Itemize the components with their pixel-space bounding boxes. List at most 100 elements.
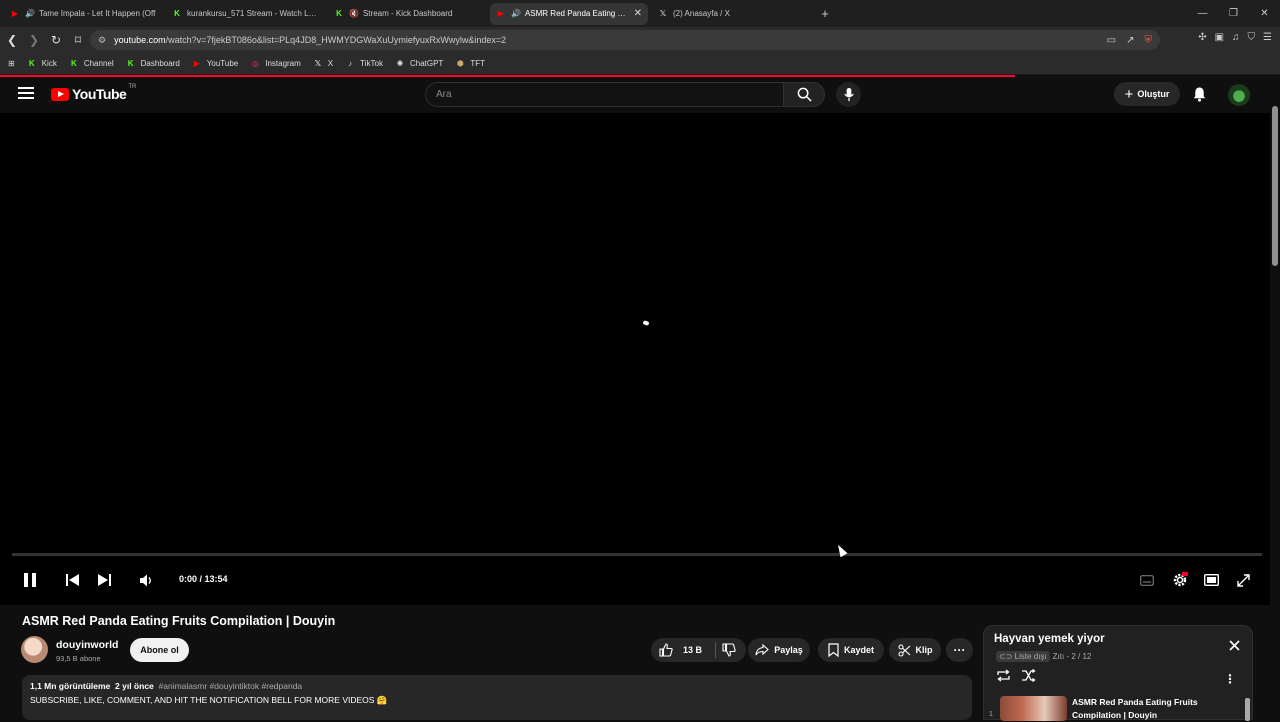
bookmark-dashboard[interactable]: K Dashboard [126, 59, 180, 69]
playlist-item-thumbnail[interactable] [1000, 696, 1067, 721]
create-label: Oluştur [1137, 89, 1170, 99]
channel-avatar[interactable] [21, 636, 48, 663]
time-display: 0:00 / 13:54 [179, 574, 228, 584]
voice-search-button[interactable] [836, 82, 861, 107]
playlist-title[interactable]: Hayvan yemek yiyor [994, 633, 1105, 645]
playlist-scrollbar[interactable] [1245, 698, 1250, 721]
menu-icon[interactable]: ☰ [1263, 32, 1272, 43]
channel-name[interactable]: douyinworld [56, 639, 118, 651]
like-dislike-group: 13 B [651, 638, 746, 662]
miniplayer-button[interactable] [1202, 568, 1220, 592]
youtube-icon: ▶ [11, 9, 19, 18]
search-button[interactable] [783, 82, 825, 107]
youtube-header: YouTube TR Ara + Oluştur [0, 77, 1280, 113]
notifications-button[interactable] [1192, 86, 1207, 107]
divider [715, 642, 716, 658]
clip-button[interactable]: Klip [889, 638, 941, 662]
close-window-icon[interactable]: ✕ [1249, 8, 1280, 19]
search-placeholder: Ara [436, 89, 452, 100]
speaker-icon[interactable]: 🔊 [25, 9, 35, 18]
bookmark-instagram[interactable]: ◎ Instagram [250, 59, 301, 69]
save-button[interactable]: Kaydet [818, 638, 884, 662]
region-code: TR [128, 84, 137, 90]
address-field[interactable]: ⚙ youtube.com /watch?v=7fjekBT086o&list=… [90, 30, 1160, 50]
like-button[interactable]: 13 B [659, 643, 715, 657]
page-scrollbar[interactable] [1270, 96, 1280, 720]
playlist-item-title[interactable]: ASMR Red Panda Eating Fruits Compilation… [1072, 696, 1232, 722]
video-player[interactable]: 0:00 / 13:54 [0, 113, 1270, 605]
subtitles-button[interactable] [1138, 568, 1156, 592]
next-button[interactable] [95, 568, 113, 592]
fullscreen-button[interactable] [1234, 568, 1252, 592]
account-avatar[interactable] [1228, 84, 1250, 106]
tab-title: (2) Anasayfa / X [673, 9, 730, 18]
new-tab-button[interactable]: + [816, 5, 834, 23]
share-button[interactable]: Paylaş [748, 638, 810, 662]
forward-icon[interactable]: ❯ [24, 33, 44, 47]
tiktok-icon: ♪ [348, 59, 353, 68]
player-controls: 0:00 / 13:54 [0, 568, 1270, 592]
bell-icon [1193, 87, 1206, 102]
sidebar-icon[interactable]: ▣ [1215, 32, 1224, 43]
volume-button[interactable] [137, 568, 155, 592]
shuffle-button[interactable] [1021, 668, 1036, 687]
bookmark-kick[interactable]: K Kick [27, 59, 57, 69]
playlist-owner[interactable]: Zıtı [1053, 652, 1065, 661]
maximize-icon[interactable]: ❐ [1218, 8, 1249, 19]
apps-icon[interactable]: ⊞ [8, 59, 15, 68]
hashtags[interactable]: #animalasmr #douyintiktok #redpanda [159, 681, 303, 691]
description-box[interactable]: 1,1 Mn görüntüleme 2 yıl önce #animalasm… [22, 675, 972, 720]
playlist-more-button[interactable]: ⋮ [1224, 670, 1236, 688]
bookmark-chatgpt[interactable]: ✺ ChatGPT [395, 59, 444, 69]
browser-tab[interactable]: K kurankursu_571 Stream - Watch Live [166, 3, 324, 25]
fullscreen-icon [1236, 573, 1250, 587]
like-count: 13 B [683, 645, 703, 655]
share-icon[interactable]: ↗ [1126, 35, 1134, 46]
create-button[interactable]: + Oluştur [1114, 82, 1180, 106]
browser-tab[interactable]: ▶ 🔊 Tame Impala - Let It Happen (Off [4, 3, 162, 25]
bookmark-label: TFT [470, 59, 485, 68]
speaker-muted-icon[interactable]: 🔇 [349, 9, 359, 18]
speaker-icon[interactable]: 🔊 [511, 9, 521, 18]
previous-button[interactable] [63, 568, 81, 592]
dislike-button[interactable] [722, 643, 736, 657]
loop-button[interactable] [996, 669, 1011, 687]
pause-button[interactable] [20, 568, 40, 592]
reload-icon[interactable]: ↻ [46, 33, 66, 47]
vpn-icon[interactable]: ⛉ [1248, 32, 1256, 43]
progress-bar[interactable] [12, 553, 1262, 556]
scrollbar-thumb[interactable] [1272, 106, 1278, 266]
url-host: youtube.com [114, 35, 166, 45]
bookmark-x[interactable]: 𝕏X [313, 59, 334, 69]
bookmark-youtube[interactable]: ▶ YouTube [192, 59, 239, 69]
close-tab-icon[interactable]: ✕ [634, 8, 642, 19]
browser-tab[interactable]: K 🔇 Stream - Kick Dashboard [328, 3, 486, 25]
gear-icon [1173, 572, 1188, 587]
cast-icon[interactable]: ▭ [1107, 35, 1116, 46]
site-info-icon[interactable]: ⚙ [98, 35, 106, 46]
search-input[interactable]: Ara [425, 82, 783, 107]
subscribe-button[interactable]: Abone ol [130, 638, 189, 662]
browser-tab[interactable]: 𝕏 (2) Anasayfa / X [652, 3, 810, 25]
bookmark-tft[interactable]: ⬢ TFT [455, 59, 485, 69]
more-actions-button[interactable]: ··· [946, 638, 973, 662]
kick-icon: K [127, 59, 134, 68]
bookmark-icon[interactable]: ⌑ [68, 33, 88, 47]
bookmark-channel[interactable]: K Channel [69, 59, 114, 69]
back-icon[interactable]: ❮ [2, 33, 22, 47]
tft-icon: ⬢ [456, 59, 464, 68]
tab-title: ASMR Red Panda Eating Fruits [524, 9, 628, 18]
close-playlist-button[interactable] [1229, 638, 1240, 656]
music-icon[interactable]: ♫ [1232, 32, 1240, 43]
minimize-icon[interactable]: — [1187, 8, 1218, 19]
settings-button[interactable] [1170, 568, 1190, 592]
brave-shield-icon[interactable]: ⛨ [1145, 35, 1153, 46]
bookmark-label: YouTube [206, 59, 239, 68]
youtube-logo[interactable]: YouTube TR [51, 84, 137, 102]
shuffle-icon [1022, 668, 1036, 683]
hamburger-menu-icon[interactable] [18, 87, 34, 99]
bookmark-label: Channel [83, 59, 114, 68]
bookmark-tiktok[interactable]: ♪ TikTok [345, 59, 383, 69]
extensions-icon[interactable]: ✣ [1198, 32, 1206, 43]
browser-tab-active[interactable]: ▶ 🔊 ASMR Red Panda Eating Fruits ✕ [490, 2, 648, 25]
